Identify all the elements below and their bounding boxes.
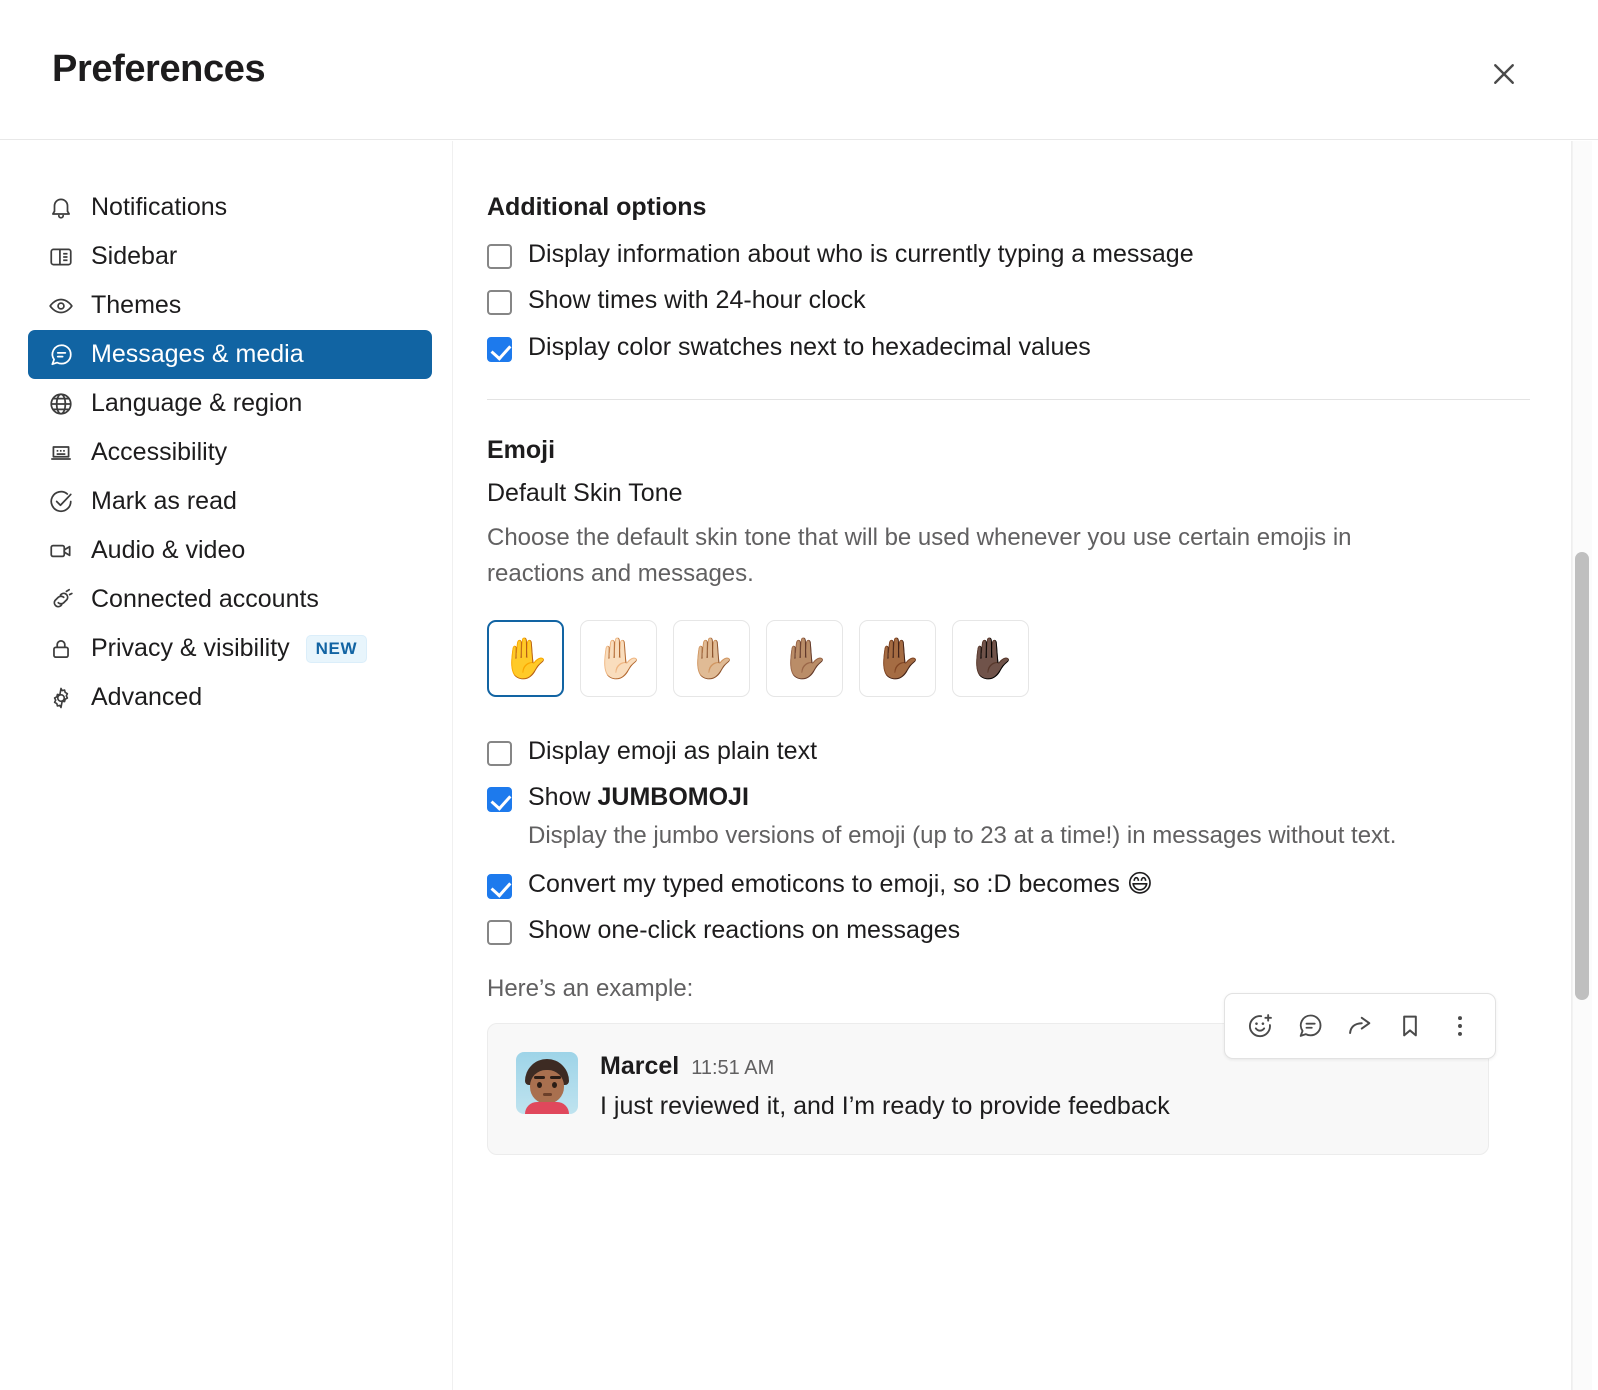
jumbomoji-description: Display the jumbo versions of emoji (up … [528, 822, 1397, 850]
checkbox-color-swatches[interactable] [487, 336, 512, 362]
sidebar-item-mark-as-read[interactable]: Mark as read [28, 477, 432, 526]
additional-options-heading: Additional options [487, 193, 707, 221]
more-actions-icon[interactable] [1437, 1004, 1483, 1048]
raised-hand-icon: ✋🏻 [593, 635, 644, 682]
preferences-modal: Preferences Notifications Sidebar Themes… [0, 0, 1598, 1390]
laptop-icon [46, 438, 76, 468]
sidebar-item-label: Notifications [91, 193, 228, 221]
checkbox-one-click-reactions[interactable] [487, 920, 512, 946]
skin-tone-medium[interactable]: ✋🏽 [766, 619, 843, 697]
sidebar-item-messages-and-media[interactable]: Messages & media [28, 330, 432, 379]
option-label: Show one-click reactions on messages [528, 916, 961, 945]
section-divider [487, 398, 1530, 400]
emoji-heading: Emoji [487, 435, 556, 464]
message-author[interactable]: Marcel [600, 1052, 679, 1081]
save-message-icon[interactable] [1387, 1004, 1433, 1048]
sidebar-item-label: Themes [91, 291, 182, 319]
sidebar-item-label: Connected accounts [91, 585, 319, 613]
option-row-typing-info[interactable]: Display information about who is current… [487, 236, 1530, 272]
checkbox-emoji-plain-text[interactable] [487, 740, 512, 766]
option-row-color-swatches[interactable]: Display color swatches next to hexadecim… [487, 329, 1530, 365]
option-label: Display emoji as plain text [528, 736, 818, 765]
option-label-bold: JUMBOMOJI [597, 783, 749, 811]
skin-tone-swatch-group: ✋ ✋🏻 ✋🏼 ✋🏽 ✋🏾 ✋🏿 [487, 619, 1530, 697]
checkbox-convert-emoticons[interactable] [487, 874, 512, 900]
skin-tone-default[interactable]: ✋ [487, 619, 564, 697]
example-message-wrapper: Marcel 11:51 AM I just reviewed it, and … [487, 992, 1530, 1155]
sidebar-item-label: Sidebar [91, 242, 178, 270]
reply-in-thread-icon[interactable] [1287, 1004, 1333, 1048]
skin-tone-medium-dark[interactable]: ✋🏾 [859, 619, 936, 697]
preferences-sidebar: Notifications Sidebar Themes Messages & … [0, 141, 452, 1390]
skin-tone-dark[interactable]: ✋🏿 [952, 619, 1029, 697]
option-label: Display information about who is current… [528, 240, 1194, 268]
message-hover-toolbar [1224, 992, 1496, 1059]
vertical-scrollbar-thumb[interactable] [1575, 552, 1589, 1000]
skin-tone-light[interactable]: ✋🏻 [580, 619, 657, 697]
message-bubble-icon [46, 340, 76, 370]
option-row-jumbomoji[interactable]: Show JUMBOMOJI [487, 779, 1530, 815]
globe-icon [46, 389, 76, 419]
add-reaction-icon[interactable] [1237, 1004, 1283, 1048]
checkbox-jumbomoji[interactable] [487, 787, 512, 812]
forward-message-icon[interactable] [1337, 1004, 1383, 1048]
raised-hand-icon: ✋🏼 [686, 635, 737, 682]
raised-hand-icon: ✋🏽 [779, 635, 830, 682]
message-text: I just reviewed it, and I’m ready to pro… [600, 1091, 1170, 1120]
sidebar-item-label: Audio & video [91, 536, 246, 564]
sidebar-item-label: Advanced [91, 683, 203, 711]
raised-hand-icon: ✋ [500, 635, 551, 682]
sidebar-item-accessibility[interactable]: Accessibility [28, 428, 432, 477]
option-row-one-click-reactions[interactable]: Show one-click reactions on messages [487, 912, 1530, 948]
option-label: Display color swatches next to hexadecim… [528, 332, 1091, 361]
sidebar-item-themes[interactable]: Themes [28, 281, 432, 330]
sidebar-nav-list: Notifications Sidebar Themes Messages & … [0, 183, 452, 722]
status-badge: NEW [305, 634, 368, 663]
sidebar-item-label: Accessibility [91, 438, 228, 466]
message-body: Marcel 11:51 AM I just reviewed it, and … [600, 1052, 1460, 1124]
default-skin-tone-description: Choose the default skin tone that will b… [487, 523, 1352, 587]
sidebar-panel-icon [46, 242, 76, 272]
sidebar-item-label: Mark as read [91, 487, 237, 515]
sidebar-item-audio-and-video[interactable]: Audio & video [28, 526, 432, 575]
sidebar-item-connected-accounts[interactable]: Connected accounts [28, 575, 432, 624]
close-icon[interactable] [1482, 52, 1526, 96]
option-label: Show times with 24-hour clock [528, 286, 866, 315]
option-label: Convert my typed emoticons to emoji, so … [528, 866, 1153, 902]
modal-header: Preferences [0, 0, 1598, 140]
option-label: Show JUMBOMOJI [528, 779, 749, 815]
eye-icon [46, 291, 76, 321]
sidebar-item-label: Language & region [91, 389, 303, 417]
option-row-emoji-plain-text[interactable]: Display emoji as plain text [487, 733, 1530, 769]
lock-icon [46, 634, 76, 664]
default-skin-tone-subheading: Default Skin Tone [487, 478, 683, 507]
sidebar-item-sidebar[interactable]: Sidebar [28, 232, 432, 281]
sidebar-item-label: Privacy & visibility [91, 634, 290, 662]
option-row-24-hour-clock[interactable]: Show times with 24-hour clock [487, 282, 1530, 318]
gear-icon [46, 683, 76, 713]
skin-tone-medium-light[interactable]: ✋🏼 [673, 619, 750, 697]
avatar [516, 1051, 578, 1114]
check-circle-icon [46, 487, 76, 517]
plug-icon [46, 585, 76, 615]
bell-icon [46, 193, 76, 223]
checkbox-typing-info[interactable] [487, 244, 512, 269]
raised-hand-icon: ✋🏿 [965, 635, 1016, 682]
grinning-face-icon: 😄 [1126, 869, 1153, 899]
checkbox-24-hour-clock[interactable] [487, 290, 512, 316]
raised-hand-icon: ✋🏾 [872, 635, 923, 682]
sidebar-item-language-and-region[interactable]: Language & region [28, 379, 432, 428]
sidebar-item-notifications[interactable]: Notifications [28, 183, 432, 232]
option-row-convert-emoticons[interactable]: Convert my typed emoticons to emoji, so … [487, 866, 1530, 902]
sidebar-item-privacy-and-visibility[interactable]: Privacy & visibility NEW [28, 624, 432, 673]
video-camera-icon [46, 536, 76, 566]
option-label-text: Convert my typed emoticons to emoji, so … [528, 870, 1127, 899]
option-label-prefix: Show [528, 783, 598, 811]
preferences-content: Additional options Display information a… [452, 141, 1570, 1390]
page-title: Preferences [52, 48, 266, 90]
message-timestamp[interactable]: 11:51 AM [691, 1057, 774, 1080]
sidebar-item-advanced[interactable]: Advanced [28, 673, 432, 722]
sidebar-item-label: Messages & media [91, 340, 304, 368]
